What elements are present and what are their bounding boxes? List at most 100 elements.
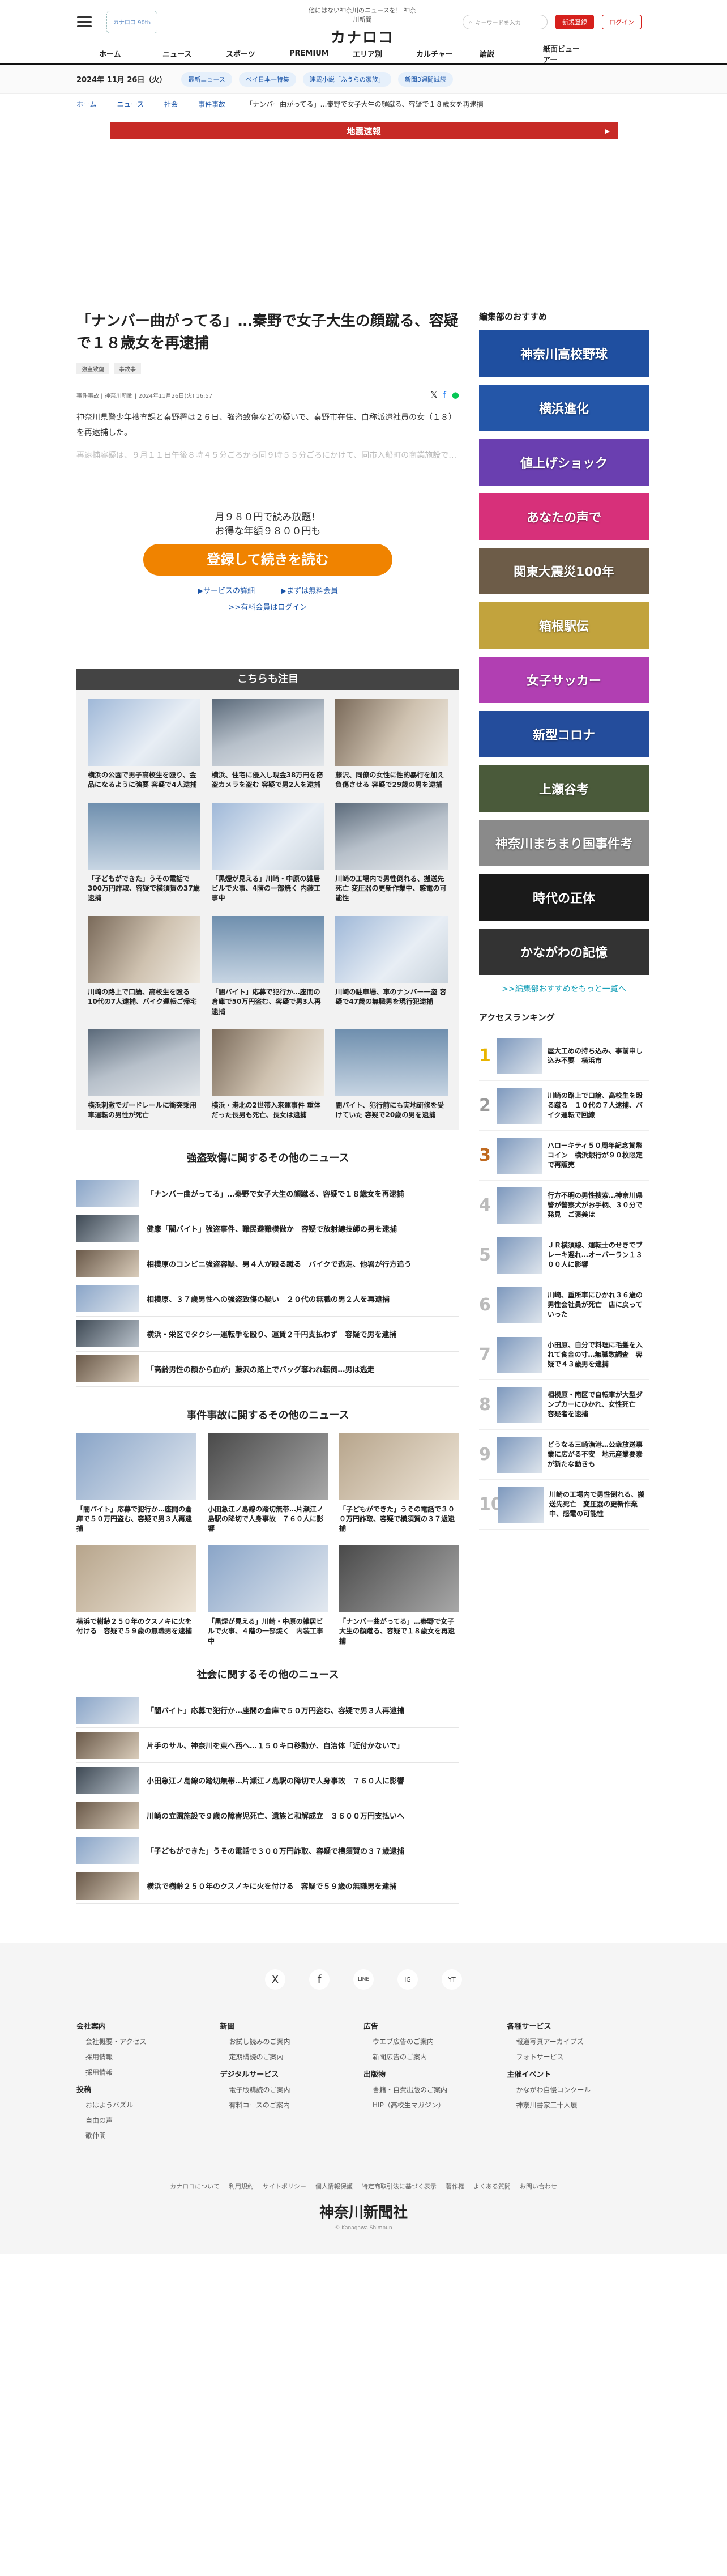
x-share-icon[interactable]: 𝕏 [431,390,438,400]
grid-card[interactable]: 「子どもができた」うその電話で３００万円詐取、容疑で横須賀の３７歳逮捕 [339,1433,459,1534]
list-item[interactable]: 相模原、３７歳男性への強盗致傷の疑い ２０代の無職の男２人を再逮捕 [76,1281,459,1317]
ranking-item[interactable]: 2 川崎の路上で口論、高校生を殴る蹴る １０代の７人逮捕、バイク運転で回線 [479,1081,649,1131]
chip-link[interactable]: ベイ日本一特集 [238,71,296,87]
editor-pick-banner[interactable]: あなたの声で [479,493,649,540]
list-item[interactable]: 「闇バイト」応募で犯行か…座間の倉庫で５０万円盗む、容疑で男３人再逮捕 [76,1693,459,1728]
nav-item[interactable]: 紙面ビューアー [520,43,584,65]
footer-bottom-link[interactable]: 個人情報保護 [315,2182,353,2191]
footer-link[interactable]: HIP（高校生マガジン） [373,2100,507,2110]
x-icon[interactable]: X [265,1969,285,1990]
focus-card[interactable]: 「子どもができた」うその電話で300万円詐取、容疑で横須賀の37歳逮捕 [88,802,200,904]
tag[interactable]: 事故事 [114,363,141,374]
list-item[interactable]: 健康「闇バイト」強盗事件、難民避難模倣か 容疑で放射線技師の男を逮捕 [76,1211,459,1246]
more-picks-link[interactable]: >>編集部おすすめをもっと一覧へ [479,983,649,994]
list-item[interactable]: 「高齢男性の顔から血が」藤沢の路上でバッグ奪われ転倒…男は逃走 [76,1352,459,1387]
ranking-item[interactable]: 6 川崎、重所車にひかれ３６歳の男性会社員が死亡 店に戻っていった [479,1280,649,1330]
tag[interactable]: 強盗致傷 [76,363,109,374]
subscribe-button[interactable]: 登録して続きを読む [143,543,392,576]
focus-card[interactable]: 横浜刺激でガードレールに衝突乗用車運転の男性が死亡 [88,1029,200,1121]
ranking-item[interactable]: 8 相模原・南区で自転車が大型ダンプカーにひかれ、女性死亡 容疑者を逮捕 [479,1380,649,1430]
ranking-item[interactable]: 9 どうなる三崎漁港…公衆放送事業に広がる不安 地元産業要素が新たな動きも [479,1430,649,1480]
footer-link[interactable]: お試し読みのご案内 [229,2037,364,2046]
editor-pick-banner[interactable]: 値上げショック [479,439,649,486]
earthquake-alert-banner[interactable]: 地震速報 [110,122,618,139]
nav-item[interactable]: PREMIUM [267,49,330,58]
list-item[interactable]: 「ナンバー曲がってる」…秦野で女子大生の顔蹴る、容疑で１８歳女を再逮捕 [76,1176,459,1211]
editor-pick-banner[interactable]: 新型コロナ [479,711,649,757]
editor-pick-banner[interactable]: 上瀬谷考 [479,765,649,812]
anniversary-logo[interactable]: カナロコ 90th [106,10,157,33]
footer-link[interactable]: 採用情報 [85,2067,220,2077]
footer-bottom-link[interactable]: お問い合わせ [520,2182,557,2191]
footer-link[interactable]: 電子版購読のご案内 [229,2085,364,2094]
login-button[interactable]: ログイン [602,15,642,29]
editor-pick-banner[interactable]: 時代の正体 [479,874,649,921]
footer-link[interactable]: 自由の声 [85,2115,220,2125]
grid-card[interactable]: 小田急江ノ島線の踏切無帯…片瀬江ノ島駅の降切で人身事故 ７６０人に影響 [208,1433,328,1534]
editor-pick-banner[interactable]: 箱根駅伝 [479,602,649,649]
footer-link[interactable]: 会社概要・アクセス [85,2037,220,2046]
paid-login-link[interactable]: >>有料会員はログイン [76,601,459,612]
breadcrumb-item[interactable]: 社会 [164,99,178,109]
footer-link[interactable]: 有料コースのご案内 [229,2100,364,2110]
focus-card[interactable]: 川崎の路上で口論、高校生を殴る 10代の7人逮捕、バイク運転ご帰宅 [88,916,200,1017]
editor-pick-banner[interactable]: 横浜進化 [479,385,649,431]
focus-card[interactable]: 闇バイト、犯行前にも実地研修を受けていた 容疑で20歳の男を逮捕 [335,1029,448,1121]
nav-item[interactable]: 論説 [457,48,520,59]
facebook-share-icon[interactable]: f [443,390,446,400]
nav-item[interactable]: エリア別 [330,48,394,59]
list-item[interactable]: 「子どもができた」うその電話で３００万円詐取、容疑で横須賀の３７歳逮捕 [76,1833,459,1869]
ranking-item[interactable]: 7 小田原、自分で料理に毛髪を入れて食金の寸…無職数調査 容疑で４３歳男を逮捕 [479,1330,649,1380]
chip-link[interactable]: 最新ニュース [181,71,232,87]
footer-link[interactable]: 書籍・自費出版のご案内 [373,2085,507,2094]
focus-card[interactable]: 「闇バイト」応募で犯行か…座間の倉庫で50万円盗む、容疑で男3人再逮捕 [211,916,324,1017]
footer-link[interactable]: 定期購読のご案内 [229,2052,364,2062]
ranking-item[interactable]: 3 ハローキティ５０周年記念貨幣コイン 横浜銀行が９０枚限定で再販売 [479,1131,649,1181]
youtube-icon[interactable]: YT [442,1969,462,1990]
service-details-link[interactable]: ▶サービスの詳細 [198,585,255,595]
list-item[interactable]: 横浜・栄区でタクシー運転手を殴り、運賃２千円支払わず 容疑で男を逮捕 [76,1317,459,1352]
list-item[interactable]: 横浜で樹齢２５０年のクスノキに火を付ける 容疑で５９歳の無職男を逮捕 [76,1868,459,1904]
focus-card[interactable]: 川崎の工場内で男性倒れる、搬送先死亡 変圧器の更新作業中、感電の可能性 [335,802,448,904]
footer-link[interactable]: 報道写真アーカイブズ [516,2037,651,2046]
footer-link[interactable]: 新聞広告のご案内 [373,2052,507,2062]
register-button[interactable]: 新規登録 [555,15,594,29]
line-share-icon[interactable]: ● [452,390,459,400]
grid-card[interactable]: 「ナンバー曲がってる」…秦野で女子大生の顔蹴る、容疑で１８歳女を再逮捕 [339,1545,459,1646]
nav-item[interactable]: カルチャー [394,48,457,59]
footer-bottom-link[interactable]: 著作権 [446,2182,464,2191]
grid-card[interactable]: 横浜で樹齢２５０年のクスノキに火を付ける 容疑で５９歳の無職男を逮捕 [76,1545,196,1646]
editor-pick-banner[interactable]: 関東大震災100年 [479,548,649,594]
grid-card[interactable]: 「闇バイト」応募で犯行か…座間の倉庫で５０万円盗む、容疑で男３人再逮捕 [76,1433,196,1534]
focus-card[interactable]: 横浜・港北の2世帯入来運事件 重体だった長男も死亡、長女は逮捕 [211,1029,324,1121]
breadcrumb-item[interactable]: ニュース [117,99,144,109]
focus-card[interactable]: 横浜、住宅に侵入し現金38万円を窃盗カメラを盗む 容疑で男2人を逮捕 [211,699,324,790]
nav-item[interactable]: スポーツ [203,48,267,59]
ranking-item[interactable]: 1 屋大工めの持ち込み、事前申し込み不要 横浜市 [479,1031,649,1081]
footer-bottom-link[interactable]: 利用規約 [229,2182,254,2191]
footer-bottom-link[interactable]: 特定商取引法に基づく表示 [362,2182,437,2191]
line-icon[interactable]: LINE [353,1969,374,1990]
list-item[interactable]: 相模原のコンビニ強盗容疑、男４人が殴る蹴る バイクで逃走、他署が行方追う [76,1246,459,1281]
footer-link[interactable]: かながわ自慢コンクール [516,2085,651,2094]
editor-pick-banner[interactable]: 神奈川まちまり国事件考 [479,820,649,866]
nav-item[interactable]: ホーム [76,48,140,59]
focus-card[interactable]: 川崎の駐車場、車のナンバー一盗 容疑で47歳の無職男を現行犯逮捕 [335,916,448,1017]
instagram-icon[interactable]: IG [397,1969,418,1990]
footer-link[interactable]: 神奈川書家三十人展 [516,2100,651,2110]
grid-card[interactable]: 「黒煙が見える」川崎・中原の雑居ビルで火事、４階の一部焼く 内装工事中 [208,1545,328,1646]
editor-pick-banner[interactable]: 女子サッカー [479,657,649,703]
footer-link[interactable]: ウエブ広告のご案内 [373,2037,507,2046]
focus-card[interactable]: 「黒煙が見える」川崎・中原の雑居ビルで火事、4階の一部焼く 内装工事中 [211,802,324,904]
list-item[interactable]: 小田急江ノ島線の踏切無帯…片瀬江ノ島駅の降切で人身事故 ７６０人に影響 [76,1763,459,1799]
editor-pick-banner[interactable]: かながわの記憶 [479,929,649,975]
chip-link[interactable]: 連載小説「ふうらの家族」 [302,71,391,87]
list-item[interactable]: 片手のサル、神奈川を東へ西へ…１５０キロ移動か、自治体「近付かないで」 [76,1728,459,1764]
brand-block[interactable]: 他にはない神奈川のニュースを！ 神奈川新聞 カナロコ [306,6,419,47]
footer-link[interactable]: おはようバズル [85,2100,220,2110]
footer-link[interactable]: フォトサービス [516,2052,651,2062]
ranking-item[interactable]: 5 ＪＲ横須線、運転士のせきでブレーキ遅れ…オーバーラン１３００人に影響 [479,1230,649,1280]
list-item[interactable]: 川崎の立園施設で９歳の障害児死亡、遺族と和解成立 ３６００万円支払いへ [76,1798,459,1834]
footer-bottom-link[interactable]: カナロコについて [170,2182,220,2191]
chip-link[interactable]: 新聞3週間試読 [397,71,453,87]
